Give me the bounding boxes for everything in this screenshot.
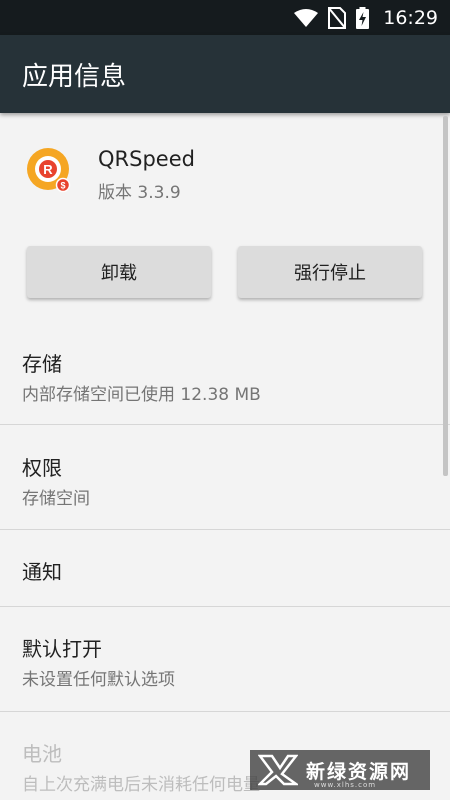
uninstall-button[interactable]: 卸载 bbox=[27, 246, 211, 298]
no-sim-icon bbox=[328, 6, 347, 29]
watermark-text: 新绿资源网 bbox=[306, 760, 412, 783]
battery-charging-icon bbox=[356, 6, 370, 29]
pref-storage[interactable]: 存储 内部存储空间已使用 12.38 MB bbox=[0, 318, 450, 424]
app-header: R $ QRSpeed 版本 3.3.9 bbox=[0, 113, 450, 233]
pref-title: 通知 bbox=[22, 560, 62, 584]
pref-title: 默认打开 bbox=[22, 637, 102, 661]
page-title: 应用信息 bbox=[22, 61, 127, 92]
pref-summary: 自上次充满电后未消耗任何电量 bbox=[22, 775, 260, 795]
watermark-sub: www.xlhs.com bbox=[314, 781, 377, 789]
pref-title: 权限 bbox=[22, 456, 62, 480]
pref-summary: 内部存储空间已使用 12.38 MB bbox=[22, 385, 261, 405]
svg-text:R: R bbox=[43, 162, 53, 177]
svg-text:$: $ bbox=[60, 181, 65, 191]
wifi-icon bbox=[294, 8, 319, 27]
app-name: QRSpeed bbox=[98, 147, 195, 171]
pref-permissions[interactable]: 权限 存储空间 bbox=[0, 425, 450, 529]
watermark-logo-icon bbox=[258, 754, 298, 786]
status-time: 16:29 bbox=[383, 6, 438, 29]
force-stop-button[interactable]: 强行停止 bbox=[238, 246, 422, 298]
app-bar: 应用信息 bbox=[0, 35, 450, 113]
pref-title: 存储 bbox=[22, 352, 62, 376]
app-version: 版本 3.3.9 bbox=[98, 183, 181, 203]
qrspeed-app-icon: R $ bbox=[27, 148, 71, 193]
status-bar: 16:29 bbox=[0, 0, 450, 35]
pref-notifications[interactable]: 通知 bbox=[0, 530, 450, 606]
pref-summary: 未设置任何默认选项 bbox=[22, 670, 175, 690]
scrollbar[interactable] bbox=[443, 116, 448, 476]
watermark-logo: 新绿资源网 www.xlhs.com bbox=[250, 750, 430, 790]
app-info-content: R $ QRSpeed 版本 3.3.9 卸载 强行停止 存储 内部存储空间已使… bbox=[0, 113, 450, 800]
pref-summary: 存储空间 bbox=[22, 489, 90, 509]
pref-open-by-default[interactable]: 默认打开 未设置任何默认选项 bbox=[0, 607, 450, 711]
pref-title: 电池 bbox=[22, 742, 62, 766]
